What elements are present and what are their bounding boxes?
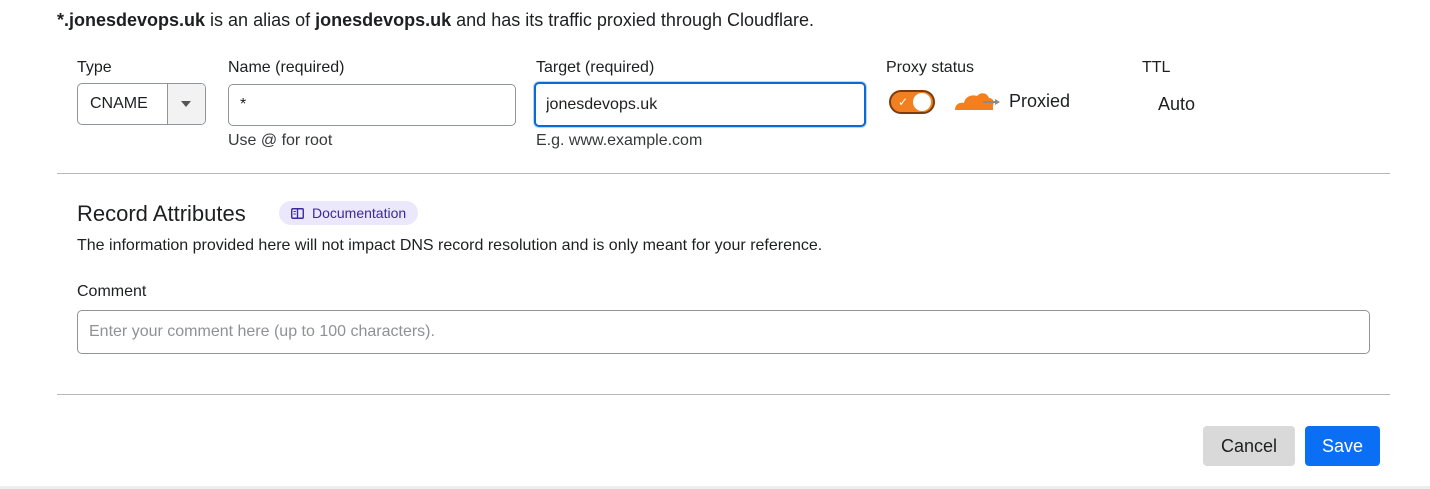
target-label: Target (required) — [536, 59, 655, 76]
save-button[interactable]: Save — [1305, 426, 1380, 466]
book-icon — [291, 207, 304, 219]
cloudflare-cloud-icon — [955, 93, 1000, 110]
documentation-label: Documentation — [312, 205, 407, 221]
name-hint: Use @ for root — [228, 132, 333, 149]
comment-label: Comment — [77, 283, 147, 300]
check-icon: ✓ — [898, 95, 909, 109]
type-label: Type — [77, 59, 112, 76]
footer-divider — [57, 394, 1390, 395]
proxy-status-label: Proxy status — [886, 59, 975, 76]
record-attributes-description: The information provided here will not i… — [77, 237, 823, 254]
alias-name: *.jonesdevops.uk — [57, 10, 206, 30]
target-hint: E.g. www.example.com — [536, 132, 703, 149]
target-input[interactable] — [534, 82, 866, 127]
proxy-status-value: Proxied — [1009, 91, 1071, 111]
comment-input[interactable] — [77, 310, 1370, 354]
triangle-down-icon — [181, 101, 192, 107]
record-attributes-title: Record Attributes — [77, 201, 246, 226]
name-label: Name (required) — [228, 59, 345, 76]
cancel-button[interactable]: Cancel — [1203, 426, 1295, 466]
summary-text-1: is an alias of — [205, 10, 316, 30]
section-divider — [57, 173, 1390, 174]
ttl-label: TTL — [1142, 59, 1171, 76]
type-select-toggle[interactable] — [166, 84, 205, 124]
proxy-toggle[interactable]: ✓ — [889, 90, 935, 114]
record-summary: *.jonesdevops.uk is an alias of jonesdev… — [57, 8, 814, 32]
name-input[interactable] — [228, 84, 516, 126]
alias-target-name: jonesdevops.uk — [315, 10, 452, 30]
type-select[interactable]: CNAME — [77, 83, 206, 125]
type-select-value: CNAME — [90, 95, 148, 112]
toggle-knob — [913, 93, 931, 111]
summary-text-2: and has its traffic proxied through Clou… — [451, 10, 815, 30]
documentation-link[interactable]: Documentation — [279, 201, 419, 225]
ttl-value: Auto — [1158, 94, 1196, 114]
